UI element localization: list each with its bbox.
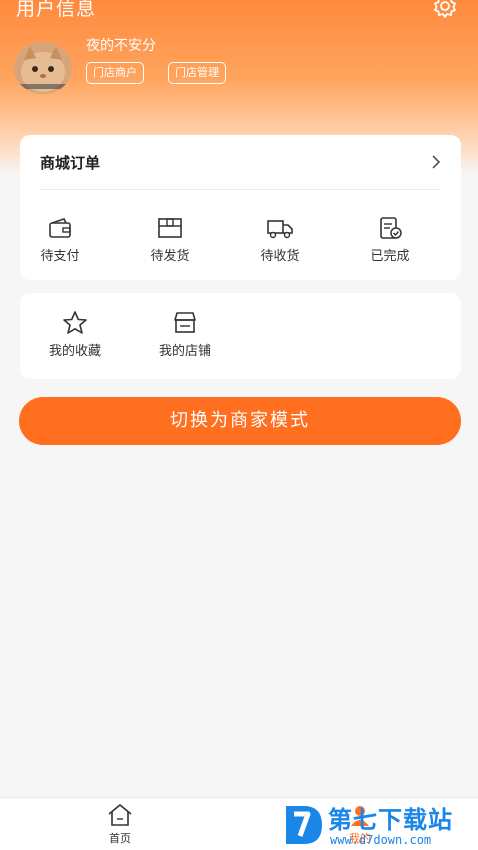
tools-card: 我的收藏 我的店铺 (20, 293, 461, 379)
my-store[interactable]: 我的店铺 (145, 310, 225, 359)
page-title: 用户信息 (16, 0, 97, 20)
store-management-tag[interactable]: 门店管理 (168, 62, 226, 84)
order-label: 待发货 (150, 249, 190, 264)
order-pending-shipment[interactable]: 待发货 (130, 215, 210, 264)
home-icon (108, 804, 132, 826)
order-completed[interactable]: 已完成 (350, 215, 430, 264)
gear-icon[interactable] (430, 0, 460, 22)
tab-label: 首页 (109, 832, 131, 845)
watermark-title: 第七下载站 (328, 806, 453, 834)
star-icon (63, 311, 87, 334)
tool-label: 我的店铺 (158, 344, 211, 359)
order-label: 待支付 (40, 249, 80, 264)
tool-label: 我的收藏 (48, 344, 101, 359)
store-merchant-tag[interactable]: 门店商户 (86, 62, 144, 84)
divider (40, 189, 441, 190)
my-favorites[interactable]: 我的收藏 (35, 310, 115, 359)
order-label: 待收货 (260, 249, 300, 264)
switch-to-merchant-button[interactable]: 切换为商家模式 (19, 397, 461, 445)
avatar[interactable] (14, 42, 72, 94)
watermark-url: www.d7down.com (330, 833, 432, 847)
tab-home[interactable]: 首页 (90, 802, 150, 846)
checklist-icon (380, 217, 402, 239)
truck-icon (267, 220, 293, 239)
username: 夜的不安分 (86, 38, 156, 54)
d7-logo-icon (286, 806, 322, 844)
order-label: 已完成 (370, 249, 410, 264)
order-pending-receipt[interactable]: 待收货 (240, 215, 320, 264)
watermark: 第七下载站 www.d7down.com (282, 800, 478, 850)
chevron-right-icon[interactable] (430, 154, 442, 170)
mall-orders-title[interactable]: 商城订单 (40, 152, 100, 173)
store-icon (174, 312, 196, 333)
mall-orders-card: 商城订单 待支付 待发货 待收货 已完成 (20, 135, 461, 280)
wallet-icon (49, 218, 71, 238)
order-pending-payment[interactable]: 待支付 (20, 215, 100, 264)
package-icon (158, 218, 182, 238)
